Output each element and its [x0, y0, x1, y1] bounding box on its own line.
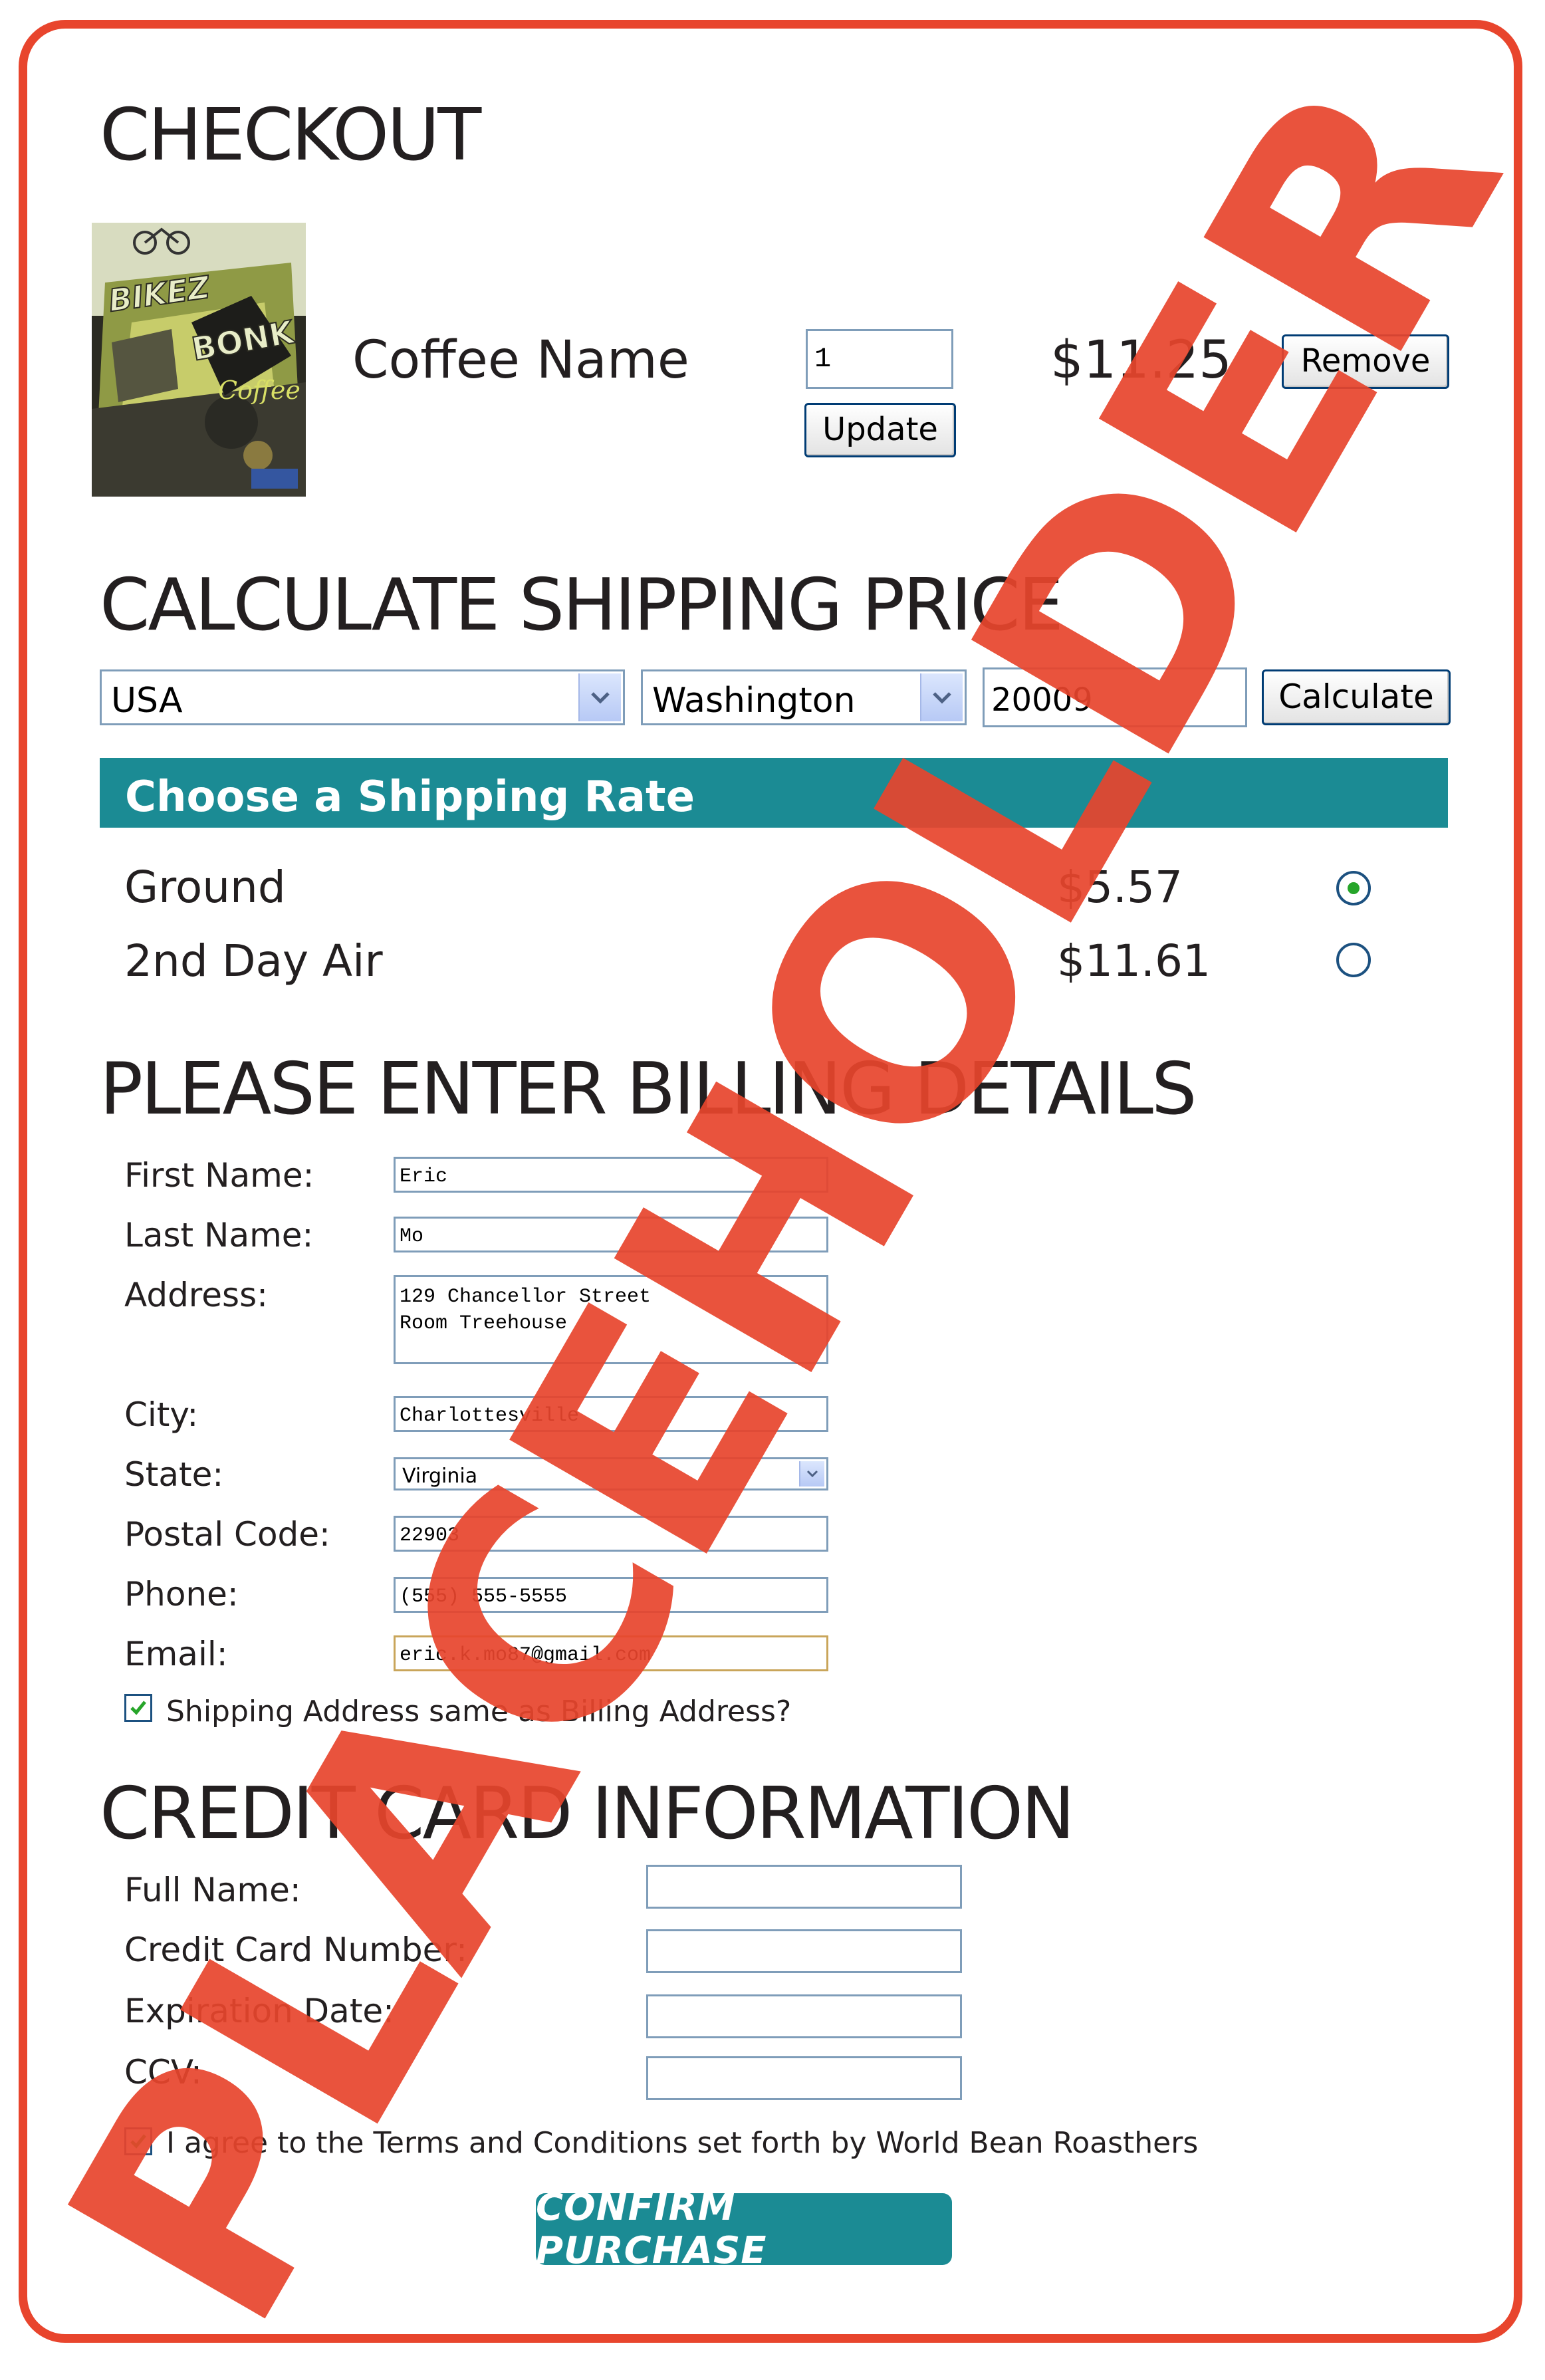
rate-radio-2nd-day-air[interactable]	[1336, 943, 1371, 977]
rate-price-ground: $5.57	[1057, 862, 1183, 913]
chevron-down-icon[interactable]	[799, 1461, 824, 1487]
rate-name-ground: Ground	[124, 862, 286, 913]
city-label: City:	[124, 1395, 199, 1434]
product-price: $11.25	[1050, 330, 1232, 390]
same-address-label: Shipping Address same as Billing Address…	[166, 1695, 792, 1728]
phone-field[interactable]: (555) 555-5555	[394, 1577, 828, 1613]
terms-checkbox[interactable]	[124, 2127, 152, 2155]
radio-selected-dot	[1348, 882, 1360, 894]
shipping-rate-header-bar: Choose a Shipping Rate	[100, 758, 1448, 828]
product-image: BIKEZ BONK Coffee	[92, 223, 306, 497]
address-label: Address:	[124, 1276, 268, 1314]
remove-button[interactable]: Remove	[1282, 334, 1449, 389]
address-line-1: 129 Chancellor Street	[400, 1286, 652, 1308]
card-number-label: Credit Card Number:	[124, 1931, 467, 1969]
last-name-field[interactable]: Mo	[394, 1217, 828, 1252]
address-textarea[interactable]: 129 Chancellor Street Room Treehouse	[394, 1275, 828, 1364]
same-address-checkbox[interactable]	[124, 1694, 152, 1722]
ccv-field[interactable]	[646, 2056, 962, 2100]
state-select[interactable]: Washington	[641, 669, 967, 725]
update-button[interactable]: Update	[804, 403, 956, 457]
full-name-label: Full Name:	[124, 1871, 301, 1909]
last-name-label: Last Name:	[124, 1216, 314, 1254]
terms-label: I agree to the Terms and Conditions set …	[166, 2126, 1199, 2160]
expiration-field[interactable]	[646, 1994, 962, 2038]
chevron-down-icon[interactable]	[920, 673, 963, 721]
shipping-calc-title: CALCULATE SHIPPING PRICE	[100, 564, 1064, 647]
billing-state-select[interactable]: Virginia	[394, 1457, 828, 1490]
calculate-button[interactable]: Calculate	[1262, 669, 1451, 725]
quantity-input[interactable]: 1	[806, 329, 953, 389]
card-number-field[interactable]	[646, 1929, 962, 1973]
expiration-label: Expiration Date:	[124, 1992, 395, 2030]
billing-state-value: Virginia	[402, 1465, 478, 1488]
rate-name-2nd-day-air: 2nd Day Air	[124, 935, 383, 987]
country-value: USA	[111, 681, 183, 721]
billing-title: PLEASE ENTER BILLING DETAILS	[100, 1048, 1197, 1131]
product-name: Coffee Name	[352, 330, 689, 390]
rate-radio-ground[interactable]	[1336, 871, 1371, 905]
ccv-label: CCV:	[124, 2053, 202, 2091]
rate-price-2nd-day-air: $11.61	[1057, 935, 1211, 987]
city-field[interactable]: Charlottesville	[394, 1396, 828, 1432]
postal-code-label: Postal Code:	[124, 1515, 330, 1554]
zip-input[interactable]: 20009	[983, 667, 1247, 727]
state-value: Washington	[652, 681, 856, 721]
full-name-field[interactable]	[646, 1865, 962, 1909]
checkout-title: CHECKOUT	[100, 94, 481, 177]
email-field[interactable]: eric.k.mo87@gmail.com	[394, 1635, 828, 1671]
first-name-field[interactable]: Eric	[394, 1157, 828, 1193]
phone-label: Phone:	[124, 1575, 239, 1613]
chevron-down-icon[interactable]	[578, 673, 621, 721]
confirm-purchase-button[interactable]: CONFIRM PURCHASE	[536, 2186, 952, 2272]
state-label: State:	[124, 1455, 224, 1494]
country-select[interactable]: USA	[100, 669, 625, 725]
first-name-label: First Name:	[124, 1156, 314, 1195]
address-line-2: Room Treehouse	[400, 1312, 568, 1335]
image-lettering-3: Coffee	[218, 376, 300, 405]
shipping-rate-header: Choose a Shipping Rate	[125, 773, 695, 822]
email-label: Email:	[124, 1635, 228, 1673]
postal-code-field[interactable]: 22903	[394, 1516, 828, 1552]
credit-card-title: CREDIT CARD INFORMATION	[100, 1772, 1075, 1855]
